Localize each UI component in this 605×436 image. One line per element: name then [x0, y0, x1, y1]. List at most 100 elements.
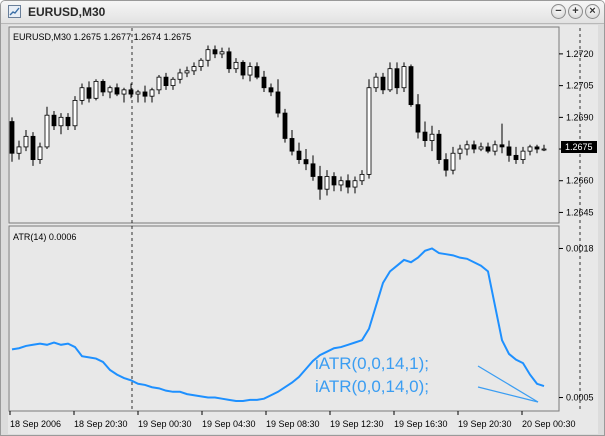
candle-body [541, 148, 547, 151]
candle-body [100, 80, 106, 93]
time-axis-label: 19 Sep 16:30 [394, 419, 448, 429]
price-pane-header: EURUSD,M30 1.2675 1.2677 1.2674 1.2675 [13, 32, 191, 42]
atr-axis-label: 0.0005 [566, 393, 594, 403]
candle-body [198, 59, 204, 67]
atr-pane-frame [8, 225, 560, 412]
price-axis-label: 1.2660 [566, 176, 594, 186]
time-axis: 18 Sep 2006 18 Sep 20:30 19 Sep 00:30 19 Se… [9, 411, 576, 429]
candle-body [51, 114, 57, 127]
candle-body [359, 173, 365, 182]
candle-body [79, 87, 85, 101]
time-axis-label: 18 Sep 20:30 [74, 419, 128, 429]
candle-body [205, 49, 211, 61]
candle-body [72, 100, 78, 127]
price-axis-label: 1.2720 [566, 49, 594, 59]
candle-body [226, 51, 232, 70]
candle-body [219, 51, 225, 55]
candle-body [107, 87, 113, 93]
candle-body [296, 150, 302, 160]
candle-body [401, 66, 407, 89]
candle-body [338, 180, 344, 186]
minimize-button[interactable]: − [551, 4, 566, 19]
candle-body [44, 114, 50, 148]
candle-body [408, 66, 414, 106]
time-axis-label: 19 Sep 20:30 [458, 419, 512, 429]
current-price-label: 1.2675 [565, 142, 593, 152]
candle-body [268, 87, 274, 93]
candle-body [345, 180, 351, 188]
candle-body [177, 72, 183, 80]
atr-axis-label: 0.0018 [566, 243, 594, 253]
candle-body [394, 68, 400, 89]
candle-body [114, 87, 120, 95]
candle-body [366, 87, 372, 175]
candle-body [443, 159, 449, 171]
candle-body [464, 144, 470, 150]
candle-body [492, 144, 498, 152]
candle-body [191, 66, 197, 72]
candle-body [352, 180, 358, 188]
candle-body [289, 138, 295, 152]
title-bar[interactable]: EURUSD,M30 − + × [1, 1, 604, 24]
chart-window: EURUSD,M30 − + × EURUSD,M30 1.2675 1.267… [0, 0, 605, 436]
time-axis-label: 18 Sep 2006 [10, 419, 61, 429]
candle-body [121, 89, 127, 95]
annotation-iatr-shift-0: iATR(0,0,14,0); [315, 377, 429, 396]
candle-body [303, 159, 309, 165]
chart-window-icon [8, 5, 21, 18]
candle-body [485, 146, 491, 152]
candle-body [310, 163, 316, 177]
candle-body [212, 49, 218, 55]
candle-body [429, 133, 435, 141]
candle-body [86, 87, 92, 99]
atr-axis: 0.0018 0.0005 [559, 243, 594, 403]
price-axis-label: 1.2705 [566, 81, 594, 91]
candle-body [93, 80, 99, 99]
candle-body [317, 176, 323, 190]
time-axis-label: 19 Sep 04:30 [202, 419, 256, 429]
candle-body [275, 91, 281, 114]
candle-body [9, 121, 15, 154]
maximize-button[interactable]: + [568, 4, 583, 19]
close-button[interactable]: × [585, 4, 600, 19]
candle-body [23, 135, 29, 148]
candle-body [450, 152, 456, 171]
annotation-iatr-shift-1: iATR(0,0,14,1); [315, 354, 429, 373]
candle-body [135, 91, 141, 95]
candle-body [282, 112, 288, 139]
time-axis-label: 19 Sep 00:30 [138, 419, 192, 429]
price-axis-label: 1.2690 [566, 112, 594, 122]
time-axis-label: 19 Sep 12:30 [330, 419, 384, 429]
candle-body [422, 131, 428, 141]
candle-body [37, 146, 43, 160]
candle-body [457, 148, 463, 154]
candle-body [163, 76, 169, 87]
price-axis: 1.2720 1.2705 1.2690 1.2660 1.2645 [559, 49, 594, 217]
candle-body [513, 154, 519, 160]
candle-body [478, 146, 484, 150]
candle-body [30, 135, 36, 160]
candle-body [499, 144, 505, 148]
candle-body [520, 150, 526, 160]
chart-svg[interactable]: EURUSD,M30 1.2675 1.2677 1.2674 1.2675 A… [8, 25, 598, 434]
candle-body [65, 116, 71, 127]
candle-body [534, 146, 540, 150]
candle-body [128, 89, 134, 95]
candle-body [16, 146, 22, 154]
candle-body [247, 66, 253, 76]
candle-body [254, 66, 260, 78]
candle-body [471, 144, 477, 150]
candle-body [142, 91, 148, 97]
candle-body [387, 68, 393, 91]
chart-area[interactable]: EURUSD,M30 1.2675 1.2677 1.2674 1.2675 A… [8, 25, 598, 434]
candle-body [58, 116, 64, 127]
candle-body [184, 70, 190, 74]
candle-body [380, 76, 386, 91]
time-axis-label: 20 Sep 00:30 [522, 419, 576, 429]
candle-body [436, 133, 442, 160]
window-title: EURUSD,M30 [28, 5, 106, 19]
price-axis-label: 1.2645 [566, 207, 594, 217]
candle-body [261, 76, 267, 89]
time-axis-label: 19 Sep 08:30 [266, 419, 320, 429]
candle-body [527, 146, 533, 152]
